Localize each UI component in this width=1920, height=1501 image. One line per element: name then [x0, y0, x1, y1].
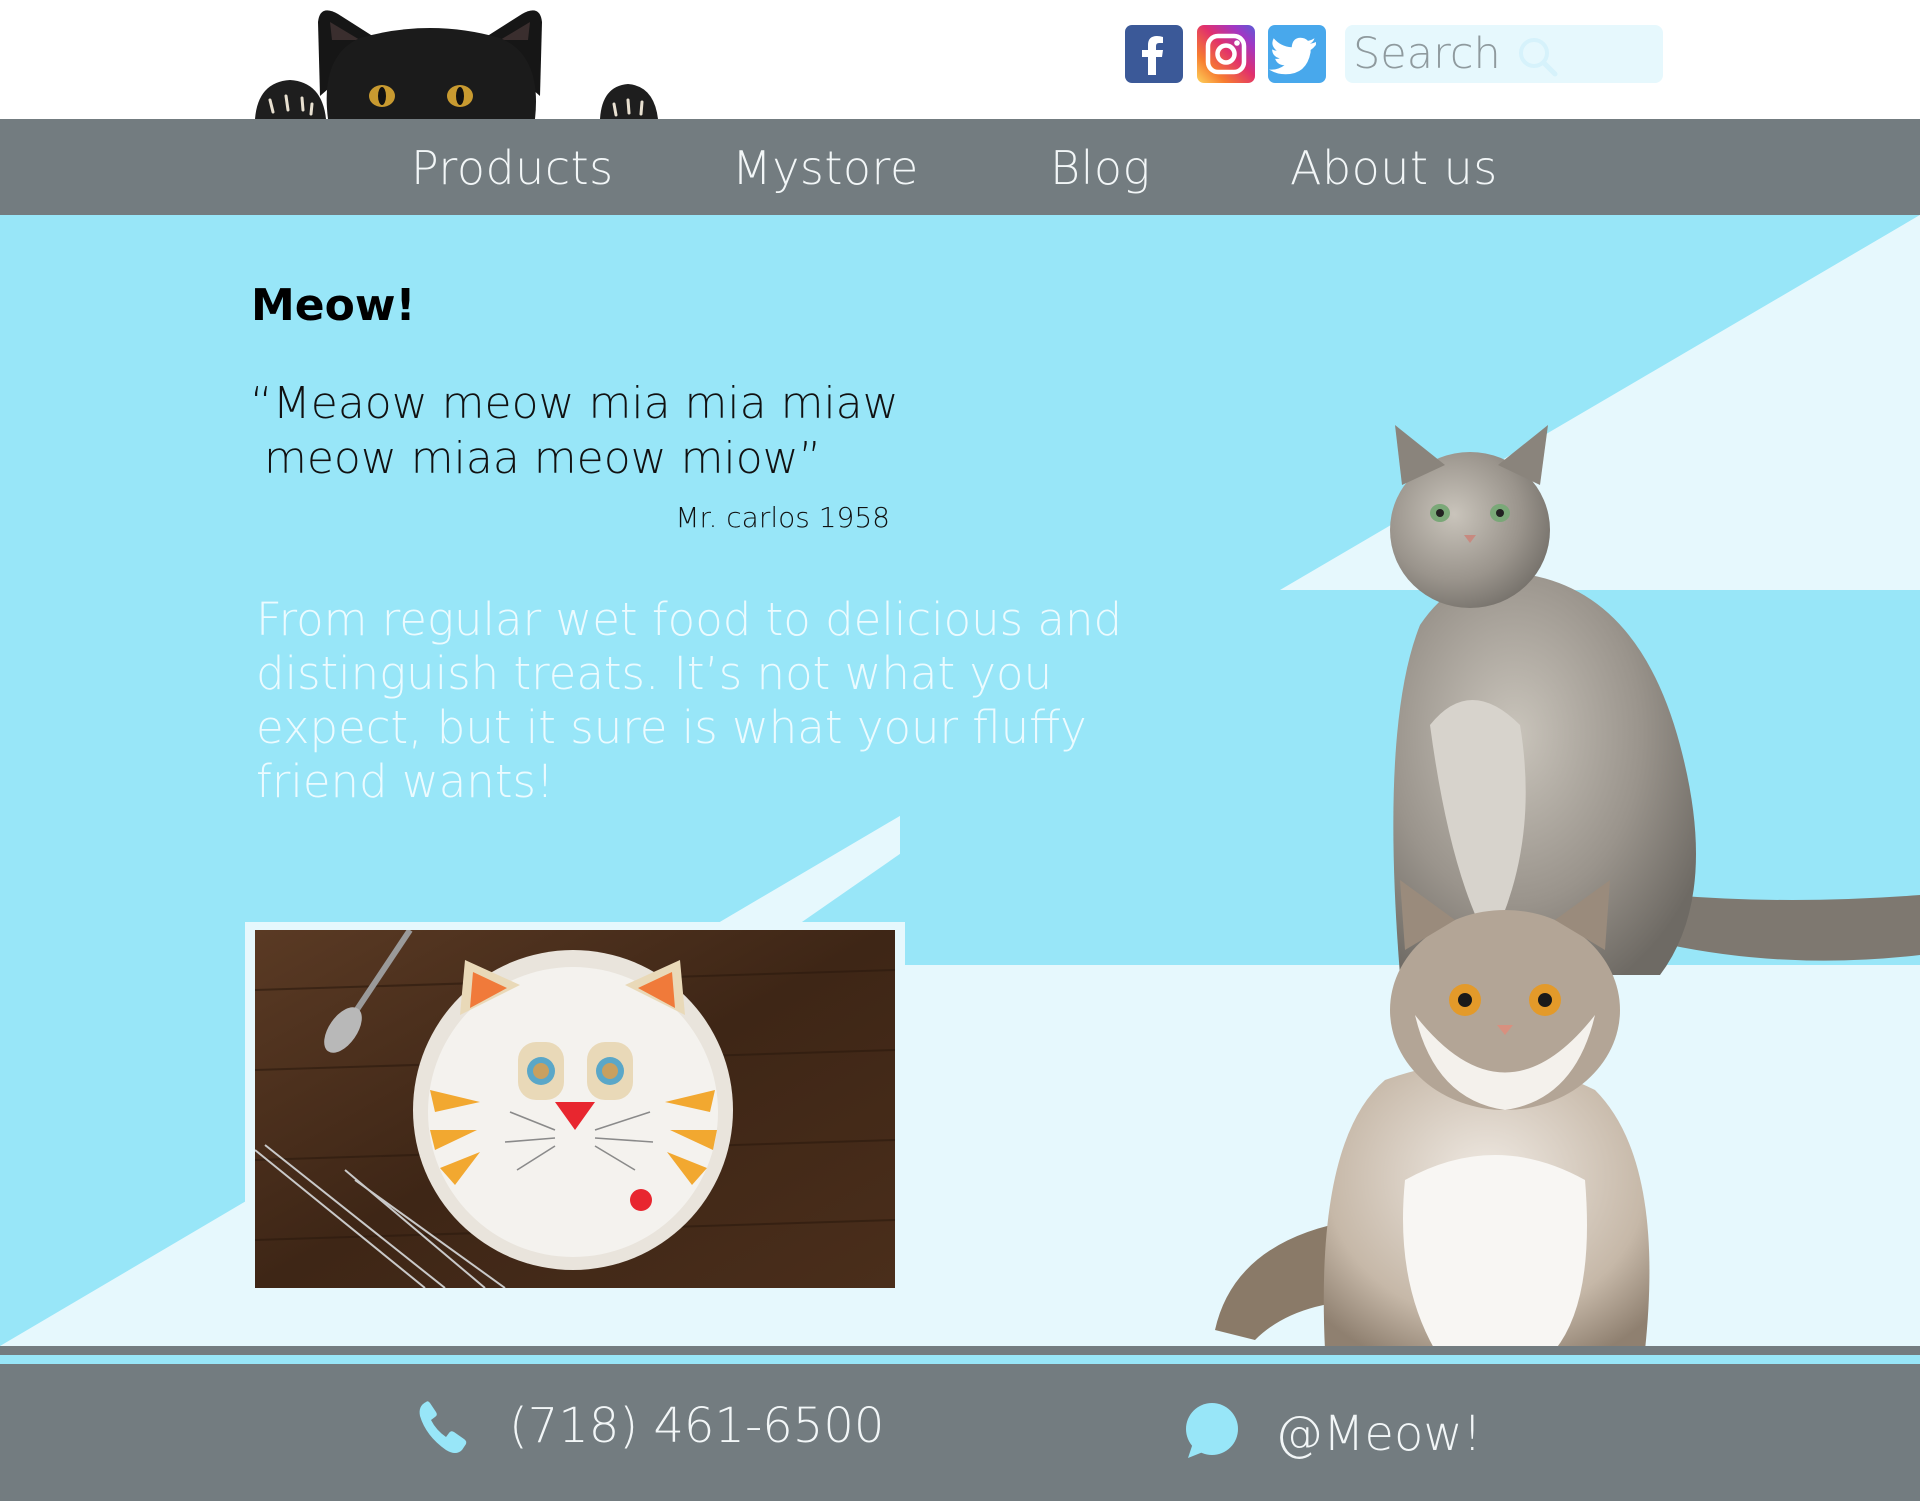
twitter-icon: [1269, 37, 1316, 75]
calico-persian-cat-photo: [1215, 880, 1650, 1350]
nav-item-about-us[interactable]: About us: [1290, 138, 1498, 198]
footer-divider: [0, 1346, 1920, 1355]
quote-text: “Meaow meow mia mia miaw meow miaa meow …: [250, 378, 899, 484]
nav-item-mystore[interactable]: Mystore: [732, 138, 919, 198]
quote-author: Mr. carlos 1958: [675, 501, 890, 534]
contact-phone[interactable]: (718) 461-6500: [509, 1396, 884, 1456]
twitter-link[interactable]: [1268, 25, 1326, 83]
facebook-icon: [1142, 36, 1163, 75]
nav-item-products[interactable]: Products: [411, 138, 614, 198]
main-navigation: [0, 119, 1920, 215]
facebook-link[interactable]: [1125, 25, 1183, 83]
peeking-black-cat-logo[interactable]: [250, 0, 670, 119]
search-box[interactable]: [1345, 25, 1663, 83]
chat-bubble-icon: [1186, 1403, 1238, 1458]
phone-icon: [419, 1401, 467, 1453]
cat-cake-photo[interactable]: [255, 930, 895, 1288]
page-heading: Meow!: [251, 280, 416, 331]
nav-item-blog[interactable]: Blog: [1050, 138, 1151, 198]
footer-accent-line: [0, 1355, 1920, 1364]
search-icon[interactable]: [1515, 34, 1561, 80]
instagram-icon: [1205, 33, 1247, 75]
intro-paragraph: From regular wet food to delicious and d…: [256, 593, 1123, 808]
social-handle[interactable]: @Meow!: [1275, 1404, 1482, 1464]
site-footer: [0, 1364, 1920, 1501]
instagram-link[interactable]: [1197, 25, 1255, 83]
